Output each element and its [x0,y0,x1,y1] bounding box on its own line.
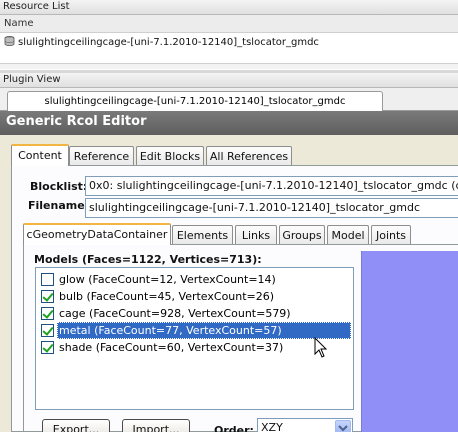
models-label: Models (Faces=1122, Vertices=713): [34,253,262,266]
tab-model-label: Model [331,229,365,242]
tab-elements[interactable]: Elements [172,225,233,245]
tab-reference[interactable]: Reference [69,146,134,166]
resource-list-title: Resource List [0,0,458,15]
tab-groups[interactable]: Groups [279,225,325,245]
chevron-down-icon[interactable] [335,420,351,432]
editor-title: Generic Rcol Editor [6,114,147,129]
list-item[interactable]: metal (FaceCount=77, VertexCount=57) [41,322,357,339]
mouse-cursor-icon [314,336,328,359]
tab-cgeometrydatacontainer[interactable]: cGeometryDataContainer [23,223,171,245]
order-label: Order: [214,424,254,432]
tab-links[interactable]: Links [235,225,277,245]
filename-value: slulightingceilingcage-[uni-7.1.2010-121… [89,201,421,214]
name-column-header[interactable]: Name [0,15,458,33]
tab-elements-label: Elements [176,229,229,242]
tab-all-references-label: All References [209,150,289,163]
export-button-label: Export... [52,423,100,432]
tab-content[interactable]: Content [11,144,69,166]
document-tab-label: slulightingceilingcage-[uni-7.1.2010-121… [44,96,346,107]
import-button-label: Import... [132,423,180,432]
model-label: cage (FaceCount=928, VertexCount=579) [59,307,291,320]
document-tab[interactable]: slulightingceilingcage-[uni-7.1.2010-121… [7,91,383,112]
model-checkbox[interactable] [41,273,54,286]
list-item[interactable]: glow (FaceCount=12, VertexCount=14) [41,271,341,288]
tab-joints-label: Joints [375,229,407,242]
order-select[interactable]: XZY [257,418,353,432]
tab-cgeometrydatacontainer-label: cGeometryDataContainer [26,228,168,241]
tab-model[interactable]: Model [327,225,369,245]
tab-links-label: Links [241,229,271,242]
tab-content-label: Content [18,149,62,162]
tab-joints[interactable]: Joints [371,225,411,245]
order-value: XZY [261,421,283,432]
list-item[interactable]: bulb (FaceCount=45, VertexCount=26) [41,288,341,305]
resource-row[interactable]: slulightingceilingcage-[uni-7.1.2010-121… [0,33,458,53]
model-label: metal (FaceCount=77, VertexCount=57) [57,322,351,339]
model-label: shade (FaceCount=60, VertexCount=37) [59,341,284,354]
tab-edit-blocks[interactable]: Edit Blocks [136,146,204,166]
tab-all-references[interactable]: All References [206,146,292,166]
filename-field[interactable]: slulightingceilingcage-[uni-7.1.2010-121… [85,198,458,218]
model-checkbox[interactable] [41,341,54,354]
3d-preview-area[interactable] [361,251,458,432]
tab-groups-label: Groups [282,229,322,242]
blocklist-label: Blocklist: [30,180,88,193]
filename-label: Filename: [28,199,90,212]
blocklist-value: 0x0: slulightingceilingcage-[uni-7.1.201… [89,179,458,192]
database-icon [4,34,15,46]
model-checkbox[interactable] [41,324,54,337]
import-button[interactable]: Import... [122,419,190,432]
model-checkbox[interactable] [41,307,54,320]
export-button[interactable]: Export... [42,419,110,432]
tab-edit-blocks-label: Edit Blocks [139,150,201,163]
models-list[interactable]: glow (FaceCount=12, VertexCount=14) bulb… [35,267,354,410]
editor-title-bar: Generic Rcol Editor [0,111,458,135]
blocklist-select[interactable]: 0x0: slulightingceilingcage-[uni-7.1.201… [85,176,458,196]
list-item[interactable]: shade (FaceCount=60, VertexCount=37) [41,339,341,356]
resource-name: slulightingceilingcage-[uni-7.1.2010-121… [18,37,319,48]
resource-list-panel: Resource List Name slulightingceilingcag… [0,0,458,70]
list-item[interactable]: cage (FaceCount=928, VertexCount=579) [41,305,341,322]
model-label: bulb (FaceCount=45, VertexCount=26) [59,290,275,303]
model-checkbox[interactable] [41,290,54,303]
plugin-view-title: Plugin View [0,73,458,88]
tab-reference-label: Reference [73,150,130,163]
horizontal-scrollbar[interactable] [0,63,458,69]
model-label: glow (FaceCount=12, VertexCount=14) [59,273,276,286]
